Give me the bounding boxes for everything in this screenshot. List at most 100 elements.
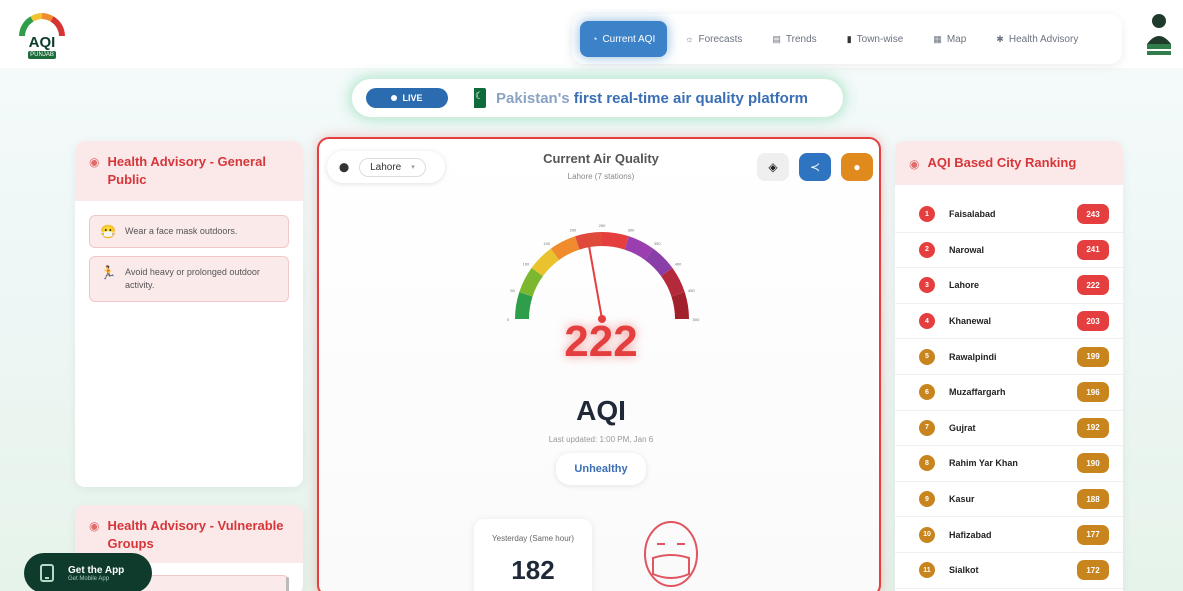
gauge-tick-label: 350 bbox=[654, 241, 661, 246]
gauge-segment bbox=[575, 232, 603, 250]
live-label: LIVE bbox=[402, 93, 423, 103]
phone-icon bbox=[40, 564, 54, 582]
ranking-list: 1 Faisalabad 243 2 Narowal 241 3 Lahore 222 4 Khan… bbox=[895, 185, 1123, 589]
location-pin-icon: ◉ bbox=[89, 155, 100, 169]
banner-text-rest: first real-time air quality platform bbox=[569, 89, 808, 107]
get-app-subtitle: Get Mobile App bbox=[68, 575, 110, 582]
advice-text: Avoid heavy or prolonged outdoor activit… bbox=[125, 267, 260, 290]
logo-text: AQI bbox=[28, 34, 56, 51]
gauge-segment bbox=[660, 267, 685, 297]
gauge-tick-label: 300 bbox=[628, 228, 635, 233]
forecast-icon: ☼ bbox=[685, 34, 694, 44]
advisory-general-panel: ◉ Health Advisory - General Public 😷 Wea… bbox=[75, 141, 303, 487]
gauge-segment bbox=[624, 236, 654, 261]
rank-city: Khanewal bbox=[949, 316, 992, 327]
rank-aqi-badge: 177 bbox=[1077, 524, 1109, 545]
scrollbar[interactable] bbox=[286, 577, 289, 591]
ranking-row[interactable]: 9 Kasur 188 bbox=[895, 482, 1123, 518]
ranking-row[interactable]: 3 Lahore 222 bbox=[895, 268, 1123, 304]
gauge-segment bbox=[531, 248, 560, 277]
logo-subtext: PUNJAB bbox=[28, 51, 56, 59]
health-icon: ✱ bbox=[996, 33, 1004, 44]
city-ranking-panel: ◉ AQI Based City Ranking 1 Faisalabad 243 2… bbox=[895, 141, 1123, 591]
get-app-title: Get the App bbox=[68, 564, 125, 576]
gauge-segment bbox=[519, 267, 544, 297]
gauge-tick-label: 100 bbox=[523, 262, 530, 267]
ranking-row[interactable]: 2 Narowal 241 bbox=[895, 233, 1123, 269]
nav-label: Map bbox=[946, 33, 967, 45]
share-button[interactable]: ≺ bbox=[799, 153, 831, 181]
aqi-punjab-logo[interactable]: AQI PUNJAB bbox=[18, 12, 66, 62]
nav-trends[interactable]: ▤ Trends bbox=[760, 21, 828, 57]
advisory-vulnerable-title: Health Advisory - Vulnerable Groups bbox=[107, 518, 284, 551]
gauge-icon: ◔ bbox=[592, 34, 598, 44]
brand-figure-logo[interactable] bbox=[1142, 10, 1176, 60]
aqi-value: 222 bbox=[564, 317, 638, 366]
share-icon: ≺ bbox=[809, 160, 821, 174]
advice-item: 🏃 Avoid heavy or prolonged outdoor activ… bbox=[89, 256, 289, 302]
rank-city: Faisalabad bbox=[949, 209, 996, 220]
mask-icon: 😷 bbox=[100, 224, 117, 239]
no-activity-icon: 🏃 bbox=[100, 265, 117, 280]
nav-current-aqi[interactable]: ◔ Current AQI bbox=[580, 21, 668, 57]
advice-text: Wear a face mask outdoors. bbox=[125, 226, 238, 236]
yesterday-card: Yesterday (Same hour) 182 bbox=[474, 519, 592, 591]
rank-aqi-badge: 192 bbox=[1077, 417, 1109, 438]
rank-aqi-badge: 203 bbox=[1077, 311, 1109, 332]
nav-map[interactable]: ▦ Map bbox=[921, 21, 978, 57]
gauge-segment bbox=[550, 236, 580, 261]
ranking-row[interactable]: 8 Rahim Yar Khan 190 bbox=[895, 446, 1123, 482]
gauge-tick-label: 400 bbox=[675, 262, 682, 267]
rank-number: 4 bbox=[919, 313, 935, 330]
gauge-segment bbox=[601, 232, 629, 250]
rank-number: 5 bbox=[919, 348, 935, 365]
nav-forecasts[interactable]: ☼ Forecasts bbox=[673, 21, 754, 57]
get-app-button[interactable]: Get the App Get Mobile App bbox=[24, 553, 152, 591]
banner-text: Pakistan's first real-time air quality p… bbox=[496, 90, 808, 107]
rank-aqi-badge: 190 bbox=[1077, 453, 1109, 474]
ranking-row[interactable]: 1 Faisalabad 243 bbox=[895, 197, 1123, 233]
nav-label: Trends bbox=[785, 33, 817, 45]
ranking-row[interactable]: 4 Khanewal 203 bbox=[895, 304, 1123, 340]
rank-number: 3 bbox=[919, 277, 935, 294]
rank-city: Hafizabad bbox=[949, 529, 992, 540]
rank-aqi-badge: 243 bbox=[1077, 204, 1109, 225]
rank-city: Rahim Yar Khan bbox=[949, 458, 1018, 469]
rank-number: 11 bbox=[919, 562, 935, 579]
locate-button[interactable]: ◈ bbox=[757, 153, 789, 181]
nav-label: Town-wise bbox=[856, 33, 904, 45]
rank-number: 7 bbox=[919, 419, 935, 436]
nav-health-advisory[interactable]: ✱ Health Advisory bbox=[984, 21, 1090, 57]
alert-button[interactable]: ● bbox=[841, 153, 873, 181]
ranking-row[interactable]: 5 Rawalpindi 199 bbox=[895, 339, 1123, 375]
ranking-row[interactable]: 6 Muzaffargarh 196 bbox=[895, 375, 1123, 411]
rank-number: 2 bbox=[919, 241, 935, 258]
ranking-row[interactable]: 10 Hafizabad 177 bbox=[895, 517, 1123, 553]
rank-city: Narowal bbox=[949, 244, 985, 255]
rank-city: Kasur bbox=[949, 494, 975, 505]
ranking-row[interactable]: 11 Sialkot 172 bbox=[895, 553, 1123, 589]
last-updated: Last updated: 1:00 PM, Jan 6 bbox=[548, 435, 654, 444]
status-badge: Unhealthy bbox=[556, 453, 646, 485]
gauge-segment bbox=[644, 248, 673, 277]
rank-number: 8 bbox=[919, 455, 935, 472]
rank-number: 9 bbox=[919, 491, 935, 508]
ranking-row[interactable]: 7 Gujrat 192 bbox=[895, 411, 1123, 447]
rank-aqi-badge: 196 bbox=[1077, 382, 1109, 403]
rank-aqi-badge: 199 bbox=[1077, 346, 1109, 367]
gauge-tick-label: 450 bbox=[688, 288, 695, 293]
header: AQI PUNJAB ◔ Current AQI ☼ Forecasts ▤ T… bbox=[0, 0, 1183, 68]
nav-label: Current AQI bbox=[602, 33, 656, 45]
aqi-gauge: 050100150200250300350400450500 bbox=[507, 223, 700, 323]
bell-icon: ● bbox=[853, 160, 861, 174]
rank-aqi-badge: 172 bbox=[1077, 560, 1109, 581]
nav-label: Forecasts bbox=[698, 33, 743, 45]
rank-number: 6 bbox=[919, 384, 935, 401]
aqi-label: AQI bbox=[576, 395, 626, 426]
ranking-header: ◉ AQI Based City Ranking bbox=[895, 141, 1123, 185]
trends-icon: ▤ bbox=[772, 33, 781, 44]
ranking-title: AQI Based City Ranking bbox=[927, 155, 1077, 170]
rank-number: 1 bbox=[919, 206, 935, 223]
nav-town-wise[interactable]: ▮ Town-wise bbox=[835, 21, 916, 57]
location-pin-icon: ◉ bbox=[909, 157, 920, 171]
